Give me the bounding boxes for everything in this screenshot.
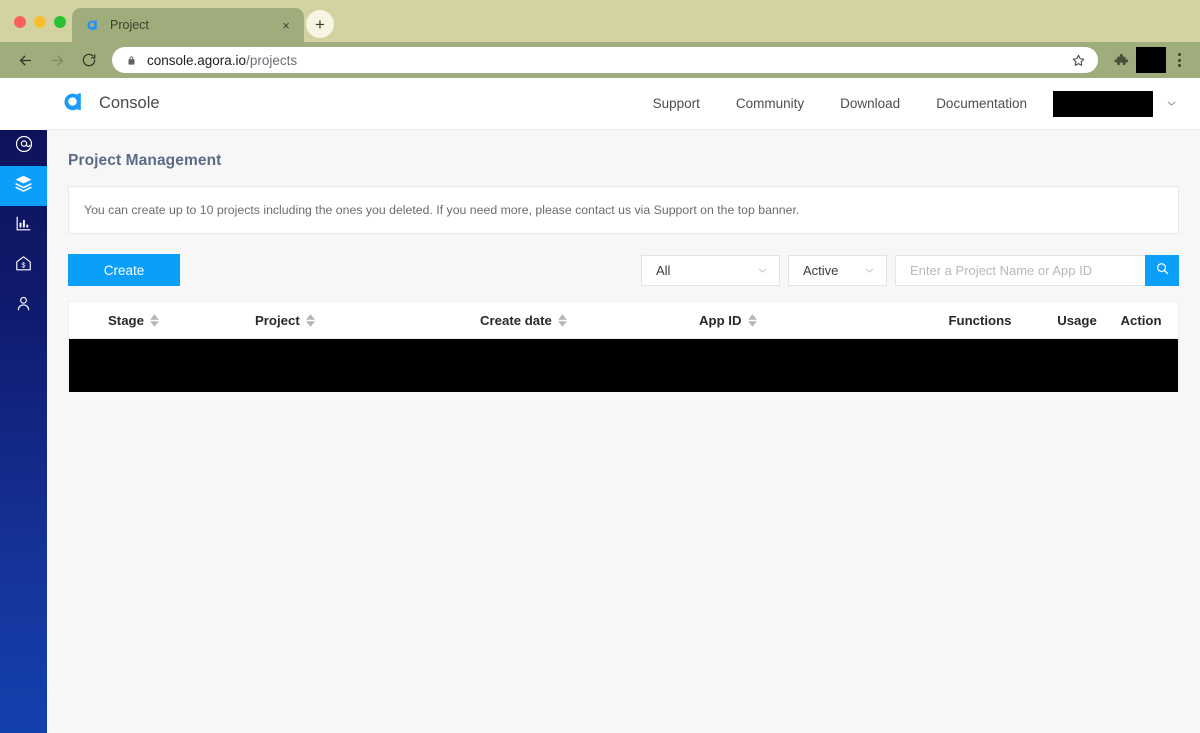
nav-link-support[interactable]: Support — [635, 96, 718, 111]
window-minimize-button[interactable] — [34, 16, 46, 28]
filter-group: All Active — [641, 254, 1179, 286]
column-label-project: Project — [255, 312, 300, 328]
window-maximize-button[interactable] — [54, 16, 66, 28]
sidebar-item-billing[interactable]: $ — [0, 246, 47, 286]
sort-toggle-create-date[interactable] — [557, 313, 567, 327]
column-header-action: Action — [1118, 313, 1178, 328]
column-header-create-date[interactable]: Create date — [480, 313, 699, 328]
column-label-action: Action — [1120, 312, 1162, 328]
brand-name: Console — [99, 94, 160, 112]
browser-chrome: Project × + console.agora.io/projects — [0, 0, 1200, 78]
at-circle-icon — [14, 134, 34, 159]
chevron-down-icon — [756, 264, 769, 277]
account-name[interactable] — [1053, 90, 1153, 117]
lock-icon — [126, 54, 137, 67]
tab-title: Project — [110, 18, 149, 32]
page-title: Project Management — [68, 152, 222, 169]
url-domain: console.agora.io — [147, 52, 247, 68]
column-label-app-id: App ID — [699, 312, 742, 328]
back-arrow-icon[interactable] — [10, 45, 40, 75]
bar-chart-icon — [14, 214, 33, 238]
new-tab-button[interactable]: + — [306, 10, 334, 38]
table-body — [69, 339, 1178, 392]
close-icon[interactable]: × — [278, 17, 294, 33]
window-close-button[interactable] — [14, 16, 26, 28]
column-header-usage: Usage — [1036, 313, 1118, 328]
agora-logo-icon — [60, 89, 85, 119]
nav-link-community[interactable]: Community — [718, 96, 822, 111]
filter-type-select[interactable]: All — [641, 254, 780, 286]
sidebar: $ — [0, 78, 47, 733]
svg-text:$: $ — [22, 262, 26, 270]
search-icon — [1155, 261, 1170, 279]
nav-link-documentation[interactable]: Documentation — [918, 96, 1045, 111]
column-label-create-date: Create date — [480, 312, 552, 328]
address-bar[interactable]: console.agora.io/projects — [112, 47, 1098, 73]
url-text: console.agora.io/projects — [147, 53, 1071, 68]
column-header-functions: Functions — [924, 313, 1036, 328]
projects-table: Stage Project Create date App ID Functio… — [68, 301, 1179, 392]
application: $ Console Support Community Download Doc… — [0, 78, 1200, 733]
url-path: /projects — [246, 52, 298, 68]
forward-arrow-icon[interactable] — [42, 45, 72, 75]
column-label-stage: Stage — [108, 312, 144, 328]
column-label-functions: Functions — [948, 312, 1012, 328]
layers-icon — [13, 173, 34, 199]
app-header: Console Support Community Download Docum… — [0, 78, 1200, 130]
agora-a-icon — [84, 17, 100, 33]
house-dollar-icon: $ — [14, 254, 33, 278]
notice-text: You can create up to 10 projects includi… — [84, 203, 800, 217]
sort-toggle-app-id[interactable] — [747, 313, 757, 327]
brand[interactable]: Console — [47, 89, 160, 119]
filter-status-select[interactable]: Active — [788, 254, 887, 286]
sort-toggle-project[interactable] — [305, 313, 315, 327]
browser-tab[interactable]: Project × — [72, 8, 304, 42]
filter-type-value: All — [656, 262, 671, 278]
sort-toggle-stage[interactable] — [149, 313, 159, 327]
table-header-row: Stage Project Create date App ID Functio… — [69, 302, 1178, 339]
column-header-stage[interactable]: Stage — [69, 313, 255, 328]
search-input[interactable] — [895, 254, 1145, 286]
star-icon[interactable] — [1071, 53, 1086, 68]
content-area: Project Management You can create up to … — [47, 130, 1200, 733]
filter-status-value: Active — [803, 262, 839, 278]
sidebar-item-projects[interactable] — [0, 166, 47, 206]
create-button[interactable]: Create — [68, 254, 180, 286]
search-button[interactable] — [1145, 254, 1179, 286]
main-column: Console Support Community Download Docum… — [0, 78, 1200, 733]
column-header-project[interactable]: Project — [255, 313, 480, 328]
sidebar-item-analytics[interactable] — [0, 206, 47, 246]
column-header-app-id[interactable]: App ID — [699, 313, 924, 328]
browser-toolbar: console.agora.io/projects — [0, 42, 1200, 78]
column-label-usage: Usage — [1057, 312, 1097, 328]
window-controls — [14, 16, 66, 28]
person-icon — [14, 294, 33, 318]
reload-icon[interactable] — [74, 45, 104, 75]
tab-strip: Project × + — [0, 0, 1200, 42]
notice-banner: You can create up to 10 projects includi… — [68, 186, 1179, 234]
puzzle-piece-icon[interactable] — [1108, 47, 1134, 73]
nav-link-download[interactable]: Download — [822, 96, 918, 111]
table-toolbar: Create All Active — [68, 254, 1179, 286]
sidebar-item-at-circle[interactable] — [0, 126, 47, 166]
table-row[interactable] — [69, 339, 1178, 392]
chevron-down-icon[interactable] — [1153, 97, 1188, 110]
chevron-down-icon — [863, 264, 876, 277]
header-nav: Support Community Download Documentation — [635, 90, 1200, 117]
three-dot-menu-icon[interactable] — [1168, 47, 1190, 73]
header-left-fill — [0, 78, 47, 130]
sidebar-item-account[interactable] — [0, 286, 47, 326]
search-box — [895, 254, 1179, 286]
profile-avatar[interactable] — [1136, 47, 1166, 73]
